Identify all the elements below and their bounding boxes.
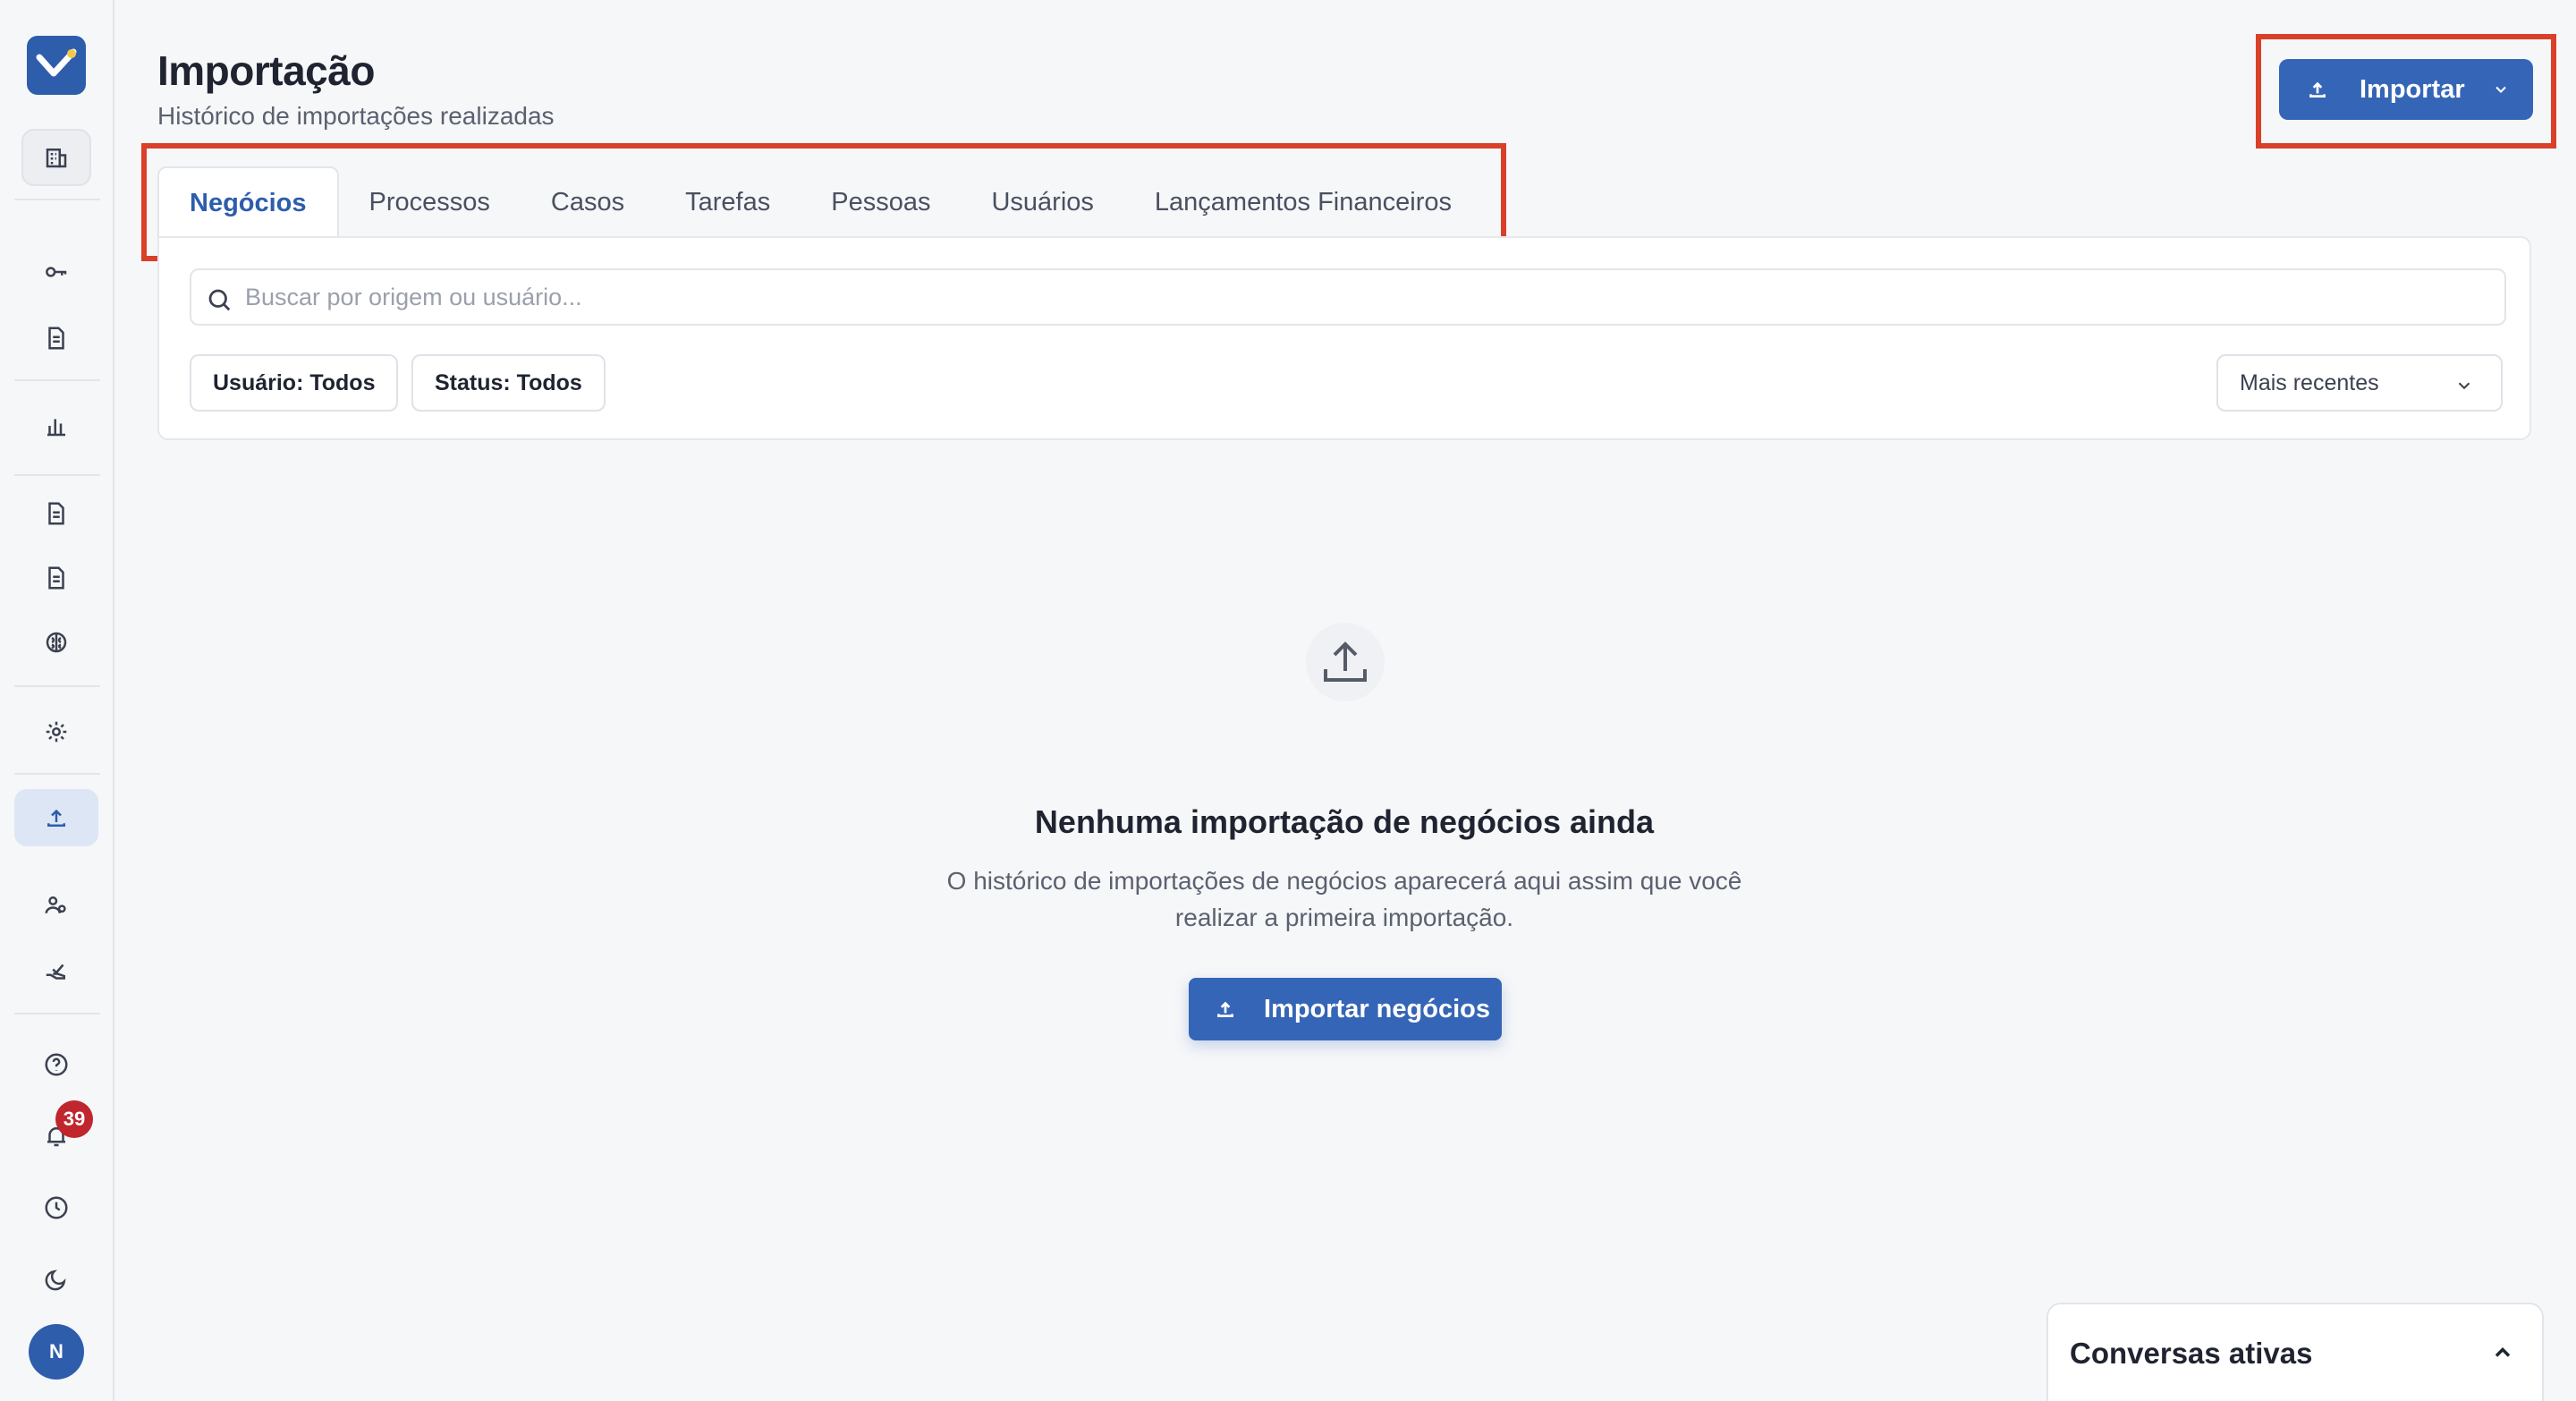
clock-icon — [45, 1196, 68, 1219]
avatar[interactable]: N — [29, 1324, 84, 1380]
status-filter-button[interactable]: Status: Todos — [411, 354, 606, 412]
key-icon — [46, 267, 67, 277]
empty-state-title: Nenhuma importação de negócios ainda — [1034, 803, 1655, 840]
sort-select-value: Mais recentes — [2240, 369, 2379, 395]
upload-icon — [1217, 1001, 1233, 1017]
upload-icon — [2309, 81, 2326, 98]
sidebar-item-history[interactable] — [14, 1179, 98, 1236]
sidebar-item-docs-a[interactable] — [14, 485, 98, 542]
sidebar-item-dark-mode[interactable] — [14, 1251, 98, 1308]
sidebar-divider — [14, 685, 100, 687]
sidebar-item-reports[interactable] — [14, 397, 98, 454]
empty-state-description: O histórico de importações de negócios a… — [946, 867, 1742, 931]
sidebar: 39 N — [0, 0, 114, 1401]
sidebar-item-docs-b[interactable] — [14, 549, 98, 607]
sidebar-item-documents[interactable] — [14, 310, 98, 367]
document-icon — [48, 566, 64, 590]
bar-chart-icon — [47, 419, 65, 437]
page-title: Importação — [157, 47, 375, 94]
document-icon — [48, 502, 64, 525]
search-input[interactable] — [245, 270, 2481, 324]
sidebar-item-ai[interactable] — [14, 614, 98, 671]
sidebar-item-settings[interactable] — [14, 703, 98, 760]
chevron-down-icon — [2458, 382, 2470, 390]
sidebar-item-approvals[interactable] — [14, 943, 98, 1000]
hand-check-icon — [46, 964, 65, 980]
organization-button[interactable] — [21, 129, 91, 186]
help-icon — [45, 1053, 68, 1076]
sidebar-item-keys[interactable] — [14, 243, 98, 301]
sidebar-divider — [14, 773, 100, 775]
import-button-label: Importar — [2360, 74, 2465, 104]
settings-icon — [46, 721, 67, 743]
chevron-down-icon — [2496, 86, 2506, 93]
search-icon — [208, 289, 231, 311]
user-filter-button[interactable]: Usuário: Todos — [190, 354, 399, 412]
upload-icon — [1324, 641, 1367, 682]
empty-state-icon — [1306, 623, 1385, 701]
filter-card: Usuário: Todos Status: Todos Mais recent… — [157, 236, 2531, 440]
import-negocios-label: Importar negócios — [1264, 994, 1490, 1023]
search-field[interactable] — [190, 268, 2506, 326]
import-negocios-button[interactable]: Importar negócios — [1189, 978, 1502, 1040]
sort-select[interactable]: Mais recentes — [2216, 354, 2503, 412]
notification-badge: 39 — [55, 1100, 93, 1138]
active-conversations-panel[interactable]: Conversas ativas — [2046, 1303, 2544, 1401]
app-logo[interactable] — [27, 36, 86, 95]
import-button[interactable]: Importar — [2279, 59, 2533, 120]
sidebar-divider — [14, 1013, 100, 1015]
chevron-up-icon[interactable] — [2490, 1340, 2515, 1365]
sidebar-item-help[interactable] — [14, 1036, 98, 1093]
document-icon — [48, 327, 64, 350]
building-icon — [46, 149, 67, 168]
sidebar-divider — [14, 474, 100, 476]
sidebar-item-users[interactable] — [14, 877, 98, 934]
moon-icon — [45, 1269, 66, 1291]
brain-icon — [46, 632, 67, 653]
page-subtitle: Histórico de importações realizadas — [157, 102, 555, 130]
sidebar-divider — [14, 379, 100, 381]
users-icon — [45, 896, 66, 913]
sidebar-divider — [14, 199, 100, 200]
active-conversations-title: Conversas ativas — [2070, 1337, 2313, 1370]
